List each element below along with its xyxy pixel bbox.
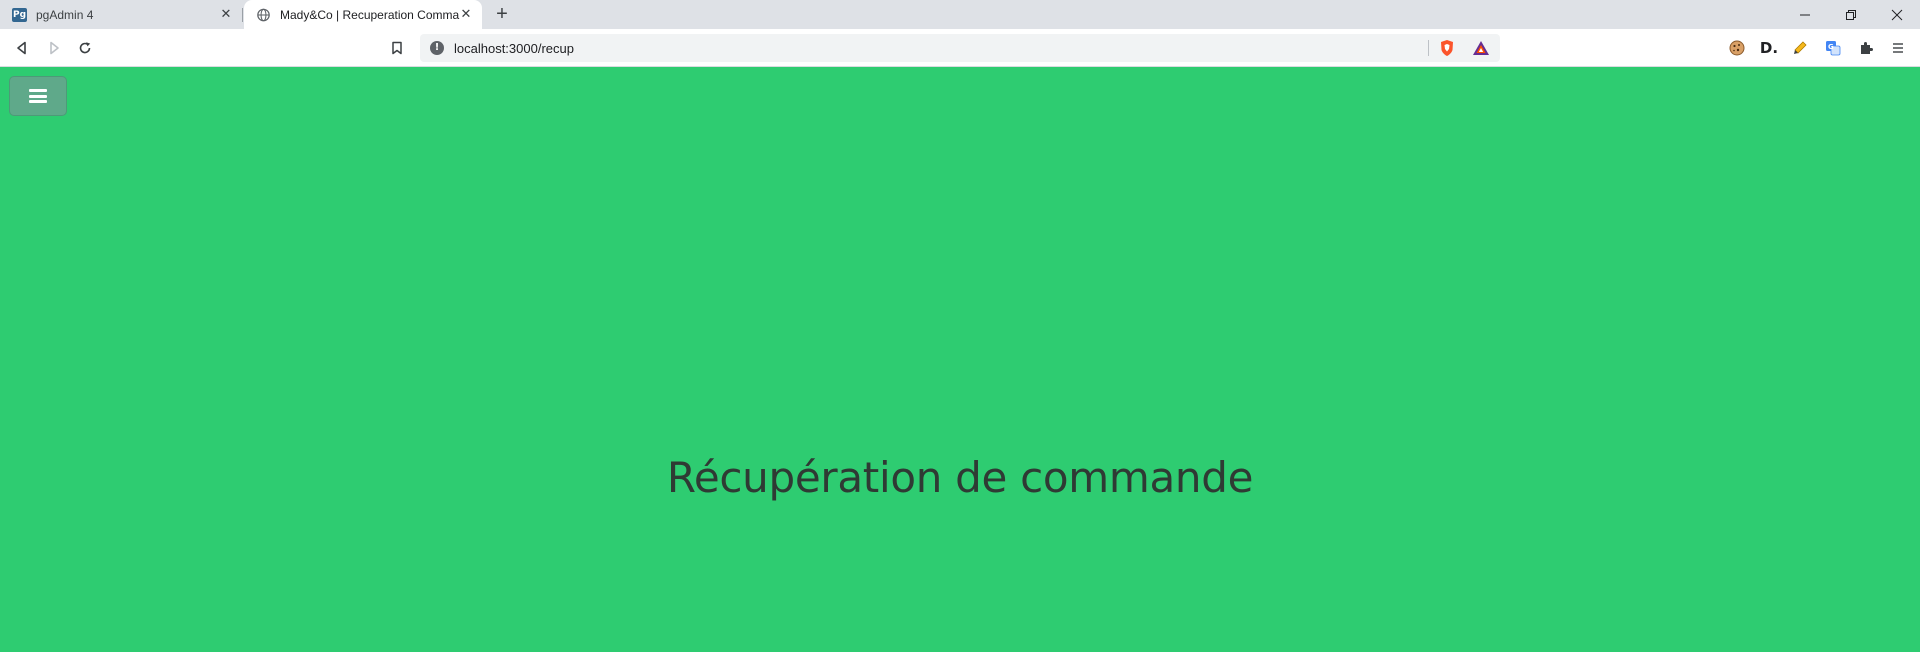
reload-icon	[79, 42, 91, 54]
forward-button[interactable]	[43, 37, 65, 59]
address-bar[interactable]: ! localhost:3000/recup	[420, 34, 1500, 62]
menu-toggle-button[interactable]	[9, 76, 67, 116]
d-extension-icon[interactable]: D.	[1758, 37, 1780, 59]
menu-icon[interactable]	[1887, 37, 1909, 59]
page-title: Récupération de commande	[666, 453, 1254, 502]
new-tab-button[interactable]: +	[492, 4, 512, 24]
back-button[interactable]	[11, 37, 33, 59]
svg-text:G: G	[1828, 43, 1834, 51]
browser-toolbar: ! localhost:3000/recup D. G	[0, 29, 1920, 67]
page-content	[0, 67, 1920, 652]
pencil-icon[interactable]	[1789, 37, 1811, 59]
close-tab-icon[interactable]: ✕	[218, 6, 234, 22]
brave-shield-icon[interactable]	[1438, 39, 1456, 57]
tab-recuperation[interactable]: Mady&Co | Recuperation Comma ✕	[244, 0, 482, 29]
tab-pgadmin[interactable]: Pg pgAdmin 4 ✕	[0, 0, 242, 29]
translate-icon[interactable]: G	[1822, 37, 1844, 59]
tab-title: pgAdmin 4	[36, 8, 94, 22]
address-bar-divider	[1428, 40, 1429, 56]
tab-separator	[242, 8, 243, 22]
hamburger-icon	[29, 89, 47, 103]
close-window-button[interactable]	[1874, 0, 1920, 29]
pgadmin-icon: Pg	[12, 8, 27, 22]
site-info-icon[interactable]: !	[430, 41, 444, 55]
restore-button[interactable]	[1828, 0, 1874, 29]
puzzle-icon[interactable]	[1855, 37, 1877, 59]
forward-icon	[50, 41, 59, 55]
close-tab-icon[interactable]: ✕	[458, 6, 474, 22]
minimize-button[interactable]	[1782, 0, 1828, 29]
url-text[interactable]: localhost:3000/recup	[454, 41, 574, 56]
reload-button[interactable]	[74, 37, 96, 59]
globe-icon	[257, 8, 270, 22]
cookie-icon[interactable]	[1726, 37, 1748, 59]
browser-tabstrip: Pg pgAdmin 4 ✕ Mady&Co | Recuperation Co…	[0, 0, 1920, 29]
brave-rewards-icon[interactable]	[1472, 40, 1490, 56]
close-icon	[1891, 9, 1903, 21]
bookmark-button[interactable]	[386, 37, 408, 59]
back-icon	[17, 41, 26, 55]
minimize-icon	[1800, 14, 1810, 16]
tab-title: Mady&Co | Recuperation Comma	[280, 8, 460, 22]
bookmark-icon	[392, 41, 402, 55]
restore-icon	[1846, 10, 1856, 21]
